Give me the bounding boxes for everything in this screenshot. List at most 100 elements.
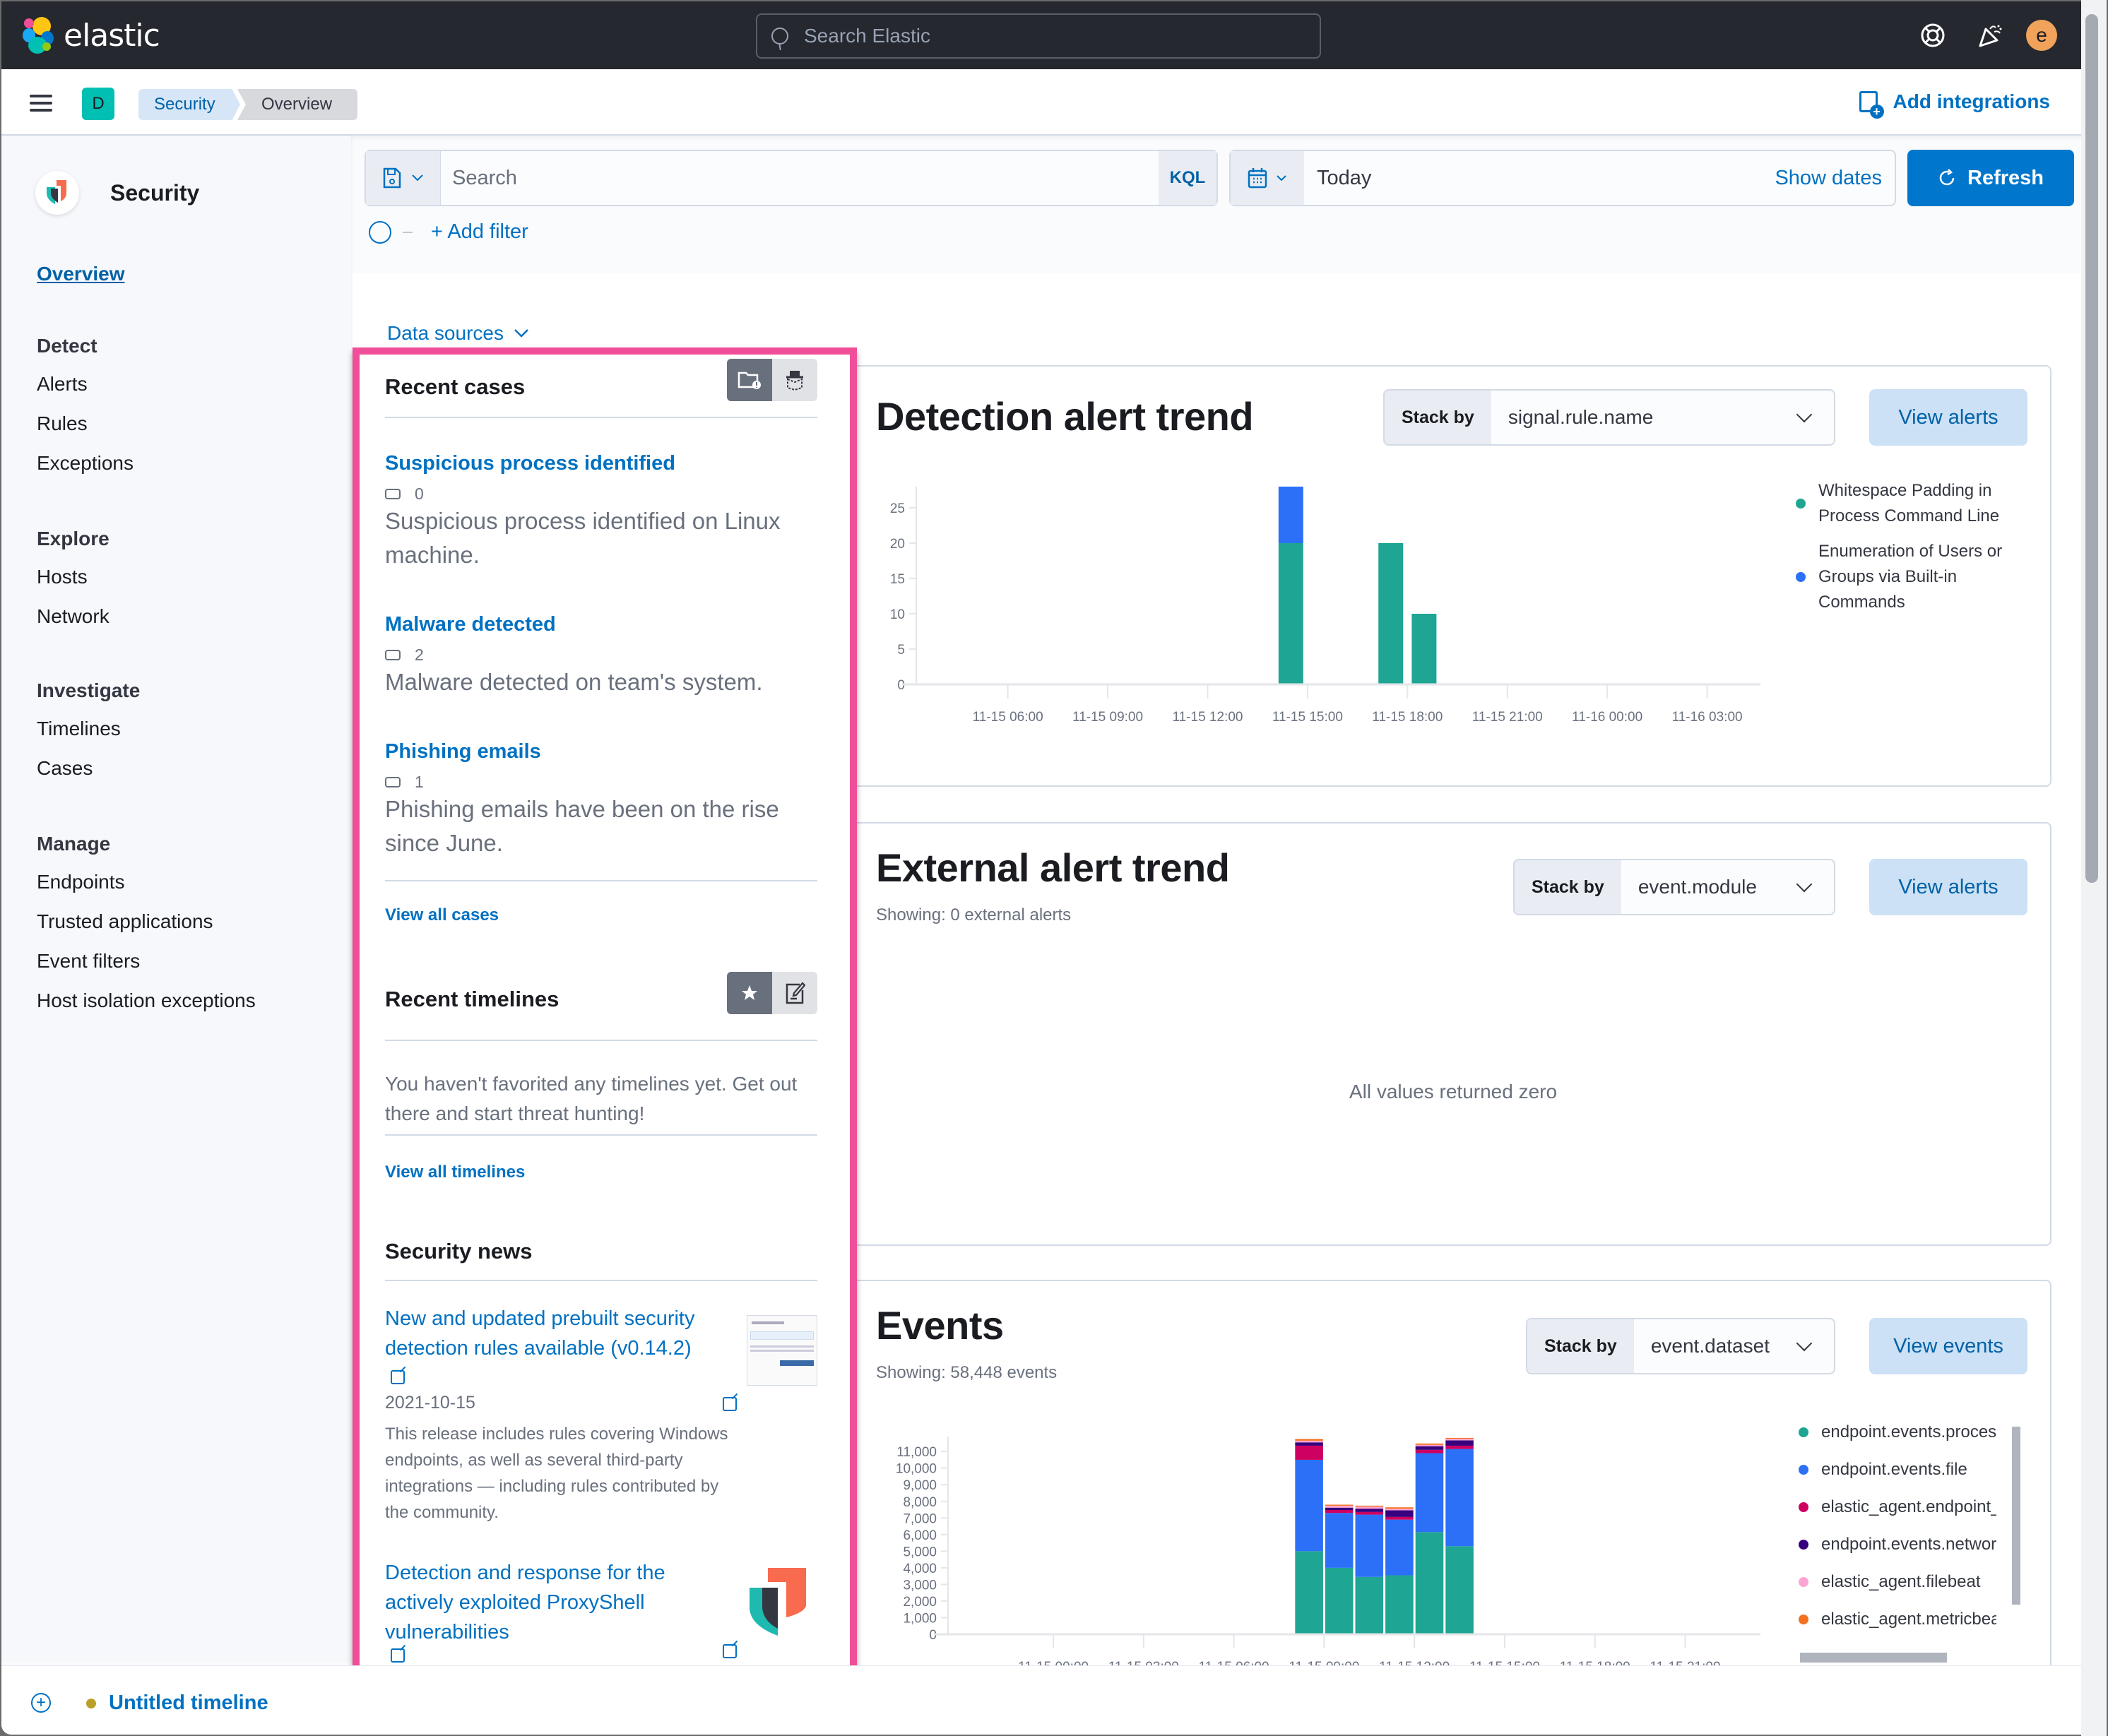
side-nav-overview[interactable]: Overview	[37, 263, 125, 285]
show-dates-button[interactable]: Show dates	[1775, 167, 1895, 190]
case-description: Suspicious process identified on Linux m…	[385, 508, 781, 568]
view-alerts-button[interactable]: View alerts	[1869, 859, 2027, 915]
y-tick-label: 3,000	[903, 1578, 937, 1593]
side-nav-item-network[interactable]: Network	[37, 605, 109, 645]
last-updated-edit-icon[interactable]	[772, 972, 817, 1014]
favorites-star-icon[interactable]	[727, 972, 772, 1014]
bar-segment	[1415, 1453, 1444, 1533]
breadcrumb-bar: D Security Overview Add integrations	[1, 69, 2107, 136]
help-icon[interactable]	[1916, 18, 1950, 52]
bar-segment	[1445, 1437, 1474, 1439]
y-tick-label: 6,000	[903, 1528, 937, 1543]
y-tick-label: 10,000	[896, 1462, 937, 1477]
external-link-icon[interactable]	[723, 1397, 737, 1411]
breadcrumb-security[interactable]: Security	[138, 89, 240, 120]
saved-query-menu-button[interactable]	[366, 151, 441, 205]
chevron-down-icon	[1796, 876, 1813, 893]
view-alerts-button[interactable]: View alerts	[1869, 389, 2027, 446]
news-item-link[interactable]: Detection and response for the actively …	[385, 1558, 738, 1647]
bar-segment	[1325, 1513, 1354, 1568]
filter-row: + Add filter	[369, 220, 528, 244]
legend-item[interactable]: elastic_agent.filebeat	[1799, 1569, 1996, 1595]
calendar-icon	[1248, 168, 1267, 189]
legend-item[interactable]: elastic_agent.endpoint_security	[1799, 1494, 1996, 1520]
data-sources-toggle[interactable]: Data sources	[387, 322, 529, 345]
legend-horizontal-scrollbar[interactable]	[1800, 1653, 1947, 1663]
bar-segment	[1445, 1440, 1474, 1446]
bar-segment	[1295, 1440, 1323, 1443]
space-selector[interactable]: D	[82, 88, 114, 120]
quick-date-menu-button[interactable]	[1231, 151, 1304, 205]
chevron-down-icon	[411, 174, 423, 182]
my-recent-cases-icon[interactable]	[727, 359, 772, 401]
news-item-body: This release includes rules covering Win…	[385, 1425, 728, 1522]
user-avatar[interactable]: e	[2026, 20, 2057, 51]
side-nav-item-event-filters[interactable]: Event filters	[37, 950, 256, 989]
view-all-cases-link[interactable]: View all cases	[385, 905, 499, 925]
side-nav-item-timelines[interactable]: Timelines	[37, 718, 140, 757]
external-link-icon[interactable]	[391, 1370, 405, 1384]
stack-by-select[interactable]: Stack by event.module	[1513, 859, 1835, 915]
external-link-icon[interactable]	[723, 1644, 737, 1658]
legend-item[interactable]: endpoint.events.network	[1799, 1532, 1996, 1557]
bar-segment	[1415, 1446, 1444, 1450]
legend-dot	[1799, 1540, 1808, 1550]
bar-segment	[1355, 1506, 1384, 1509]
x-tick-label: 11-15 06:00	[973, 710, 1043, 725]
kql-search-input[interactable]: Search	[441, 151, 1159, 205]
news-item-link[interactable]: New and updated prebuilt security detect…	[385, 1304, 738, 1363]
bar-segment	[1325, 1505, 1354, 1508]
timeline-name-link[interactable]: Untitled timeline	[109, 1692, 268, 1715]
divider	[385, 417, 817, 418]
news-feed-icon[interactable]	[1972, 18, 2006, 52]
case-title-link[interactable]: Malware detected	[385, 613, 556, 636]
news-item-thumbnail[interactable]	[747, 1315, 817, 1386]
add-filter-button[interactable]: + Add filter	[431, 220, 528, 244]
side-nav-item-cases[interactable]: Cases	[37, 757, 140, 797]
side-nav-item-host-isolation-exceptions[interactable]: Host isolation exceptions	[37, 989, 256, 1029]
menu-toggle-icon[interactable]	[30, 95, 52, 112]
global-search-placeholder: Search Elastic	[804, 25, 930, 47]
case-title-link[interactable]: Suspicious process identified	[385, 452, 675, 475]
reported-by-me-icon[interactable]	[772, 359, 817, 401]
side-nav-item-exceptions[interactable]: Exceptions	[37, 452, 134, 492]
side-nav-item-trusted-applications[interactable]: Trusted applications	[37, 910, 256, 950]
legend-item[interactable]: Whitespace Padding in Process Command Li…	[1796, 478, 2022, 529]
side-nav-item-endpoints[interactable]: Endpoints	[37, 871, 256, 910]
stack-by-label: Stack by	[1515, 860, 1621, 914]
y-tick-label: 5,000	[903, 1545, 937, 1559]
view-all-timelines-link[interactable]: View all timelines	[385, 1163, 525, 1182]
side-nav-item-hosts[interactable]: Hosts	[37, 566, 109, 605]
comment-count: 1	[415, 773, 424, 791]
external-link-icon[interactable]	[391, 1648, 405, 1663]
y-tick-label: 5	[897, 643, 905, 658]
recent-timelines-title: Recent timelines	[385, 987, 559, 1011]
legend-item[interactable]: elastic_agent.metricbeat	[1799, 1607, 1996, 1632]
y-tick-label: 15	[890, 572, 905, 587]
elastic-logo[interactable]: elastic	[23, 17, 160, 54]
stack-by-select[interactable]: Stack by event.dataset	[1526, 1318, 1835, 1374]
case-title-link[interactable]: Phishing emails	[385, 740, 541, 763]
side-nav-item-alerts[interactable]: Alerts	[37, 373, 134, 412]
legend-item[interactable]: Enumeration of Users or Groups via Built…	[1796, 539, 2022, 615]
legend-item[interactable]: endpoint.events.file	[1799, 1457, 1996, 1482]
side-nav-item-rules[interactable]: Rules	[37, 412, 134, 452]
bar-segment	[1295, 1445, 1323, 1460]
page-scrollbar[interactable]	[2085, 14, 2098, 883]
bar-segment	[1415, 1444, 1444, 1446]
query-language-toggle[interactable]: KQL	[1159, 151, 1216, 205]
side-nav-heading: Explore	[37, 528, 109, 549]
date-range-value[interactable]: Today	[1304, 167, 1775, 190]
stack-by-label: Stack by	[1527, 1319, 1634, 1373]
legend-scrollbar[interactable]	[2012, 1427, 2020, 1605]
legend-dot	[1799, 1465, 1808, 1475]
refresh-button[interactable]: Refresh	[1907, 150, 2074, 206]
global-search-input[interactable]: Search Elastic	[756, 13, 1321, 59]
stack-by-select[interactable]: Stack by signal.rule.name	[1383, 389, 1835, 446]
filter-options-icon[interactable]	[369, 220, 391, 244]
view-events-button[interactable]: View events	[1869, 1318, 2027, 1374]
legend-item[interactable]: endpoint.events.process	[1799, 1420, 1996, 1445]
add-timeline-icon[interactable]: +	[31, 1693, 51, 1713]
add-integrations-link[interactable]: Add integrations	[1859, 90, 2050, 119]
save-icon	[383, 167, 401, 189]
